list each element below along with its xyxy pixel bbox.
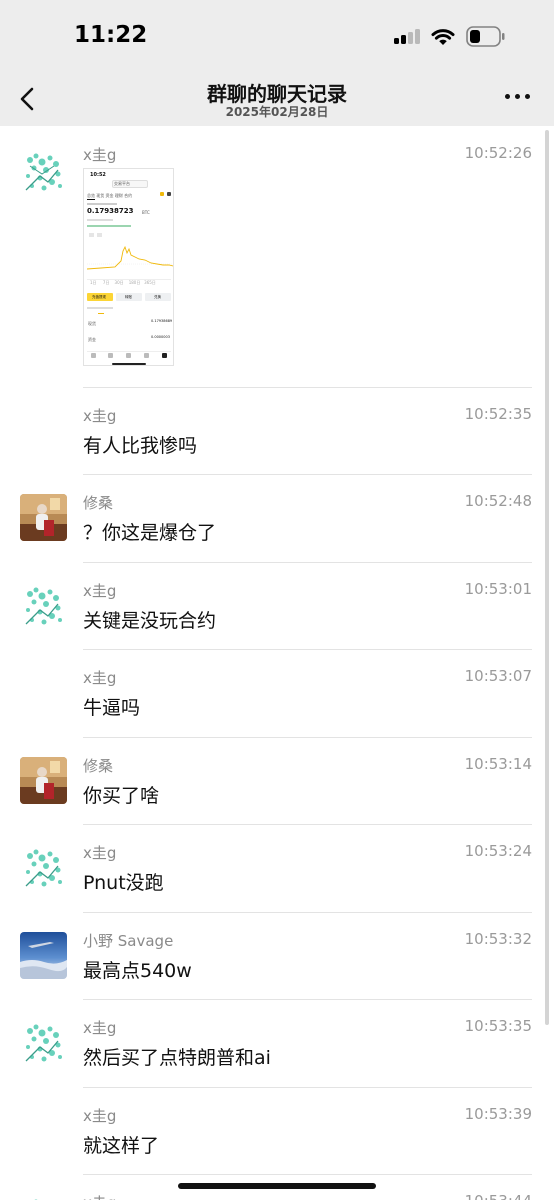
message-text: 有人比我惨吗: [83, 435, 198, 457]
avatar[interactable]: [20, 1019, 67, 1066]
thumb-btn1: 充值提现: [92, 295, 106, 299]
list-item: x圭g 10:53:01 关键是没玩合约: [0, 563, 554, 650]
status-time: 11:22: [74, 22, 148, 48]
avatar[interactable]: [20, 148, 67, 195]
message-time: 10:53:01: [464, 580, 532, 598]
message-text: 你买了啥: [83, 785, 160, 807]
status-bar: 11:22: [0, 0, 554, 76]
list-item: x圭g 10:53:39 就这样了: [0, 1088, 554, 1175]
message-time: 10:53:07: [464, 667, 532, 685]
message-text: 牛逼吗: [83, 697, 141, 719]
message-time: 10:52:35: [464, 405, 532, 423]
flower-avatar-icon: [20, 148, 67, 195]
list-item: x圭g 10:52:35 有人比我惨吗: [0, 388, 554, 475]
list-item: 修桑 10:53:14 你买了啥: [0, 738, 554, 825]
message-text: 最高点540w: [83, 960, 192, 982]
flower-avatar-icon: [20, 1194, 67, 1200]
list-item: 小野 Savage 10:53:32 最高点540w: [0, 913, 554, 1000]
thumb-row2-value: 0.0000003: [151, 335, 170, 339]
sender-name: x圭g: [83, 407, 117, 425]
sender-name: x圭g: [83, 669, 117, 687]
thumb-row2-label: 资金: [88, 337, 96, 342]
flower-avatar-icon: [20, 582, 67, 629]
cellular-signal-icon: [394, 28, 422, 44]
message-time: 10:53:14: [464, 755, 532, 773]
avatar[interactable]: [20, 932, 67, 979]
home-indicator[interactable]: [178, 1183, 376, 1189]
sender-name: x圭g: [83, 146, 117, 164]
message-time: 10:52:48: [464, 492, 532, 510]
avatar[interactable]: [20, 582, 67, 629]
sender-name: 修桑: [83, 757, 114, 775]
message-text: 关键是没玩合约: [83, 610, 217, 632]
sender-name: x圭g: [83, 1019, 117, 1037]
list-item: x圭g 10:53:07 牛逼吗: [0, 650, 554, 738]
flower-avatar-icon: [20, 844, 67, 891]
message-text: 就这样了: [83, 1135, 160, 1157]
thumb-btn2: 转账: [125, 295, 132, 299]
sender-name: 小野 Savage: [83, 932, 174, 950]
page-subtitle-date: 2025年02月28日: [225, 105, 329, 119]
list-item: x圭g 10:53:24 Pnut没跑: [0, 825, 554, 913]
photo-avatar-icon: [20, 757, 67, 804]
scrollbar[interactable]: [545, 130, 549, 1025]
message-time: 10:53:32: [464, 930, 532, 948]
sky-avatar-icon: [20, 932, 67, 979]
list-item: x圭g 10:53:35 然后买了点特朗普和ai: [0, 1000, 554, 1088]
avatar[interactable]: [20, 494, 67, 541]
thumb-amount: 0.17938723: [87, 207, 134, 215]
thumb-price-chart: [87, 245, 173, 270]
message-time: 10:53:24: [464, 842, 532, 860]
message-time: 10:53:39: [464, 1105, 532, 1123]
sender-name: 修桑: [83, 494, 114, 512]
sender-name: x圭g: [83, 582, 117, 600]
thumb-unit: BTC: [142, 210, 150, 215]
thumb-row1-label: 现货: [88, 321, 96, 326]
thumb-row1-value: 0.17938689: [151, 319, 173, 323]
thumb-btn3: 兑换: [154, 295, 161, 299]
message-time: 10:53:44: [465, 1192, 532, 1200]
battery-icon: [466, 26, 505, 47]
sender-name: x圭g: [83, 844, 117, 862]
avatar[interactable]: [20, 844, 67, 891]
flower-avatar-icon: [20, 1019, 67, 1066]
message-time: 10:53:35: [464, 1017, 532, 1035]
chat-record-list[interactable]: x圭g 10:52:26 10:52 交易平台 总览 现货 资金 理财 合约 0…: [0, 126, 554, 1200]
message-text: 然后买了点特朗普和ai: [83, 1047, 271, 1069]
thumb-header: 交易平台: [114, 181, 130, 186]
more-dots-icon[interactable]: [505, 94, 531, 102]
photo-avatar-icon: [20, 494, 67, 541]
sender-name: x圭g: [83, 1107, 117, 1125]
image-attachment[interactable]: 10:52 交易平台 总览 现货 资金 理财 合约 0.17938723 BTC…: [83, 168, 174, 366]
message-text: Pnut没跑: [83, 872, 164, 894]
avatar[interactable]: [20, 1194, 67, 1200]
avatar[interactable]: [20, 757, 67, 804]
nav-bar: 群聊的聊天记录 2025年02月28日: [0, 76, 554, 126]
message-text: ？你这是爆仓了: [83, 522, 217, 544]
message-time: 10:52:26: [464, 144, 532, 162]
list-item: x圭g 10:52:26 10:52 交易平台 总览 现货 资金 理财 合约 0…: [0, 126, 554, 388]
list-item: 修桑 10:52:48 ？你这是爆仓了: [0, 475, 554, 563]
sender-name: x圭g: [83, 1192, 116, 1200]
wifi-icon: [431, 29, 455, 45]
